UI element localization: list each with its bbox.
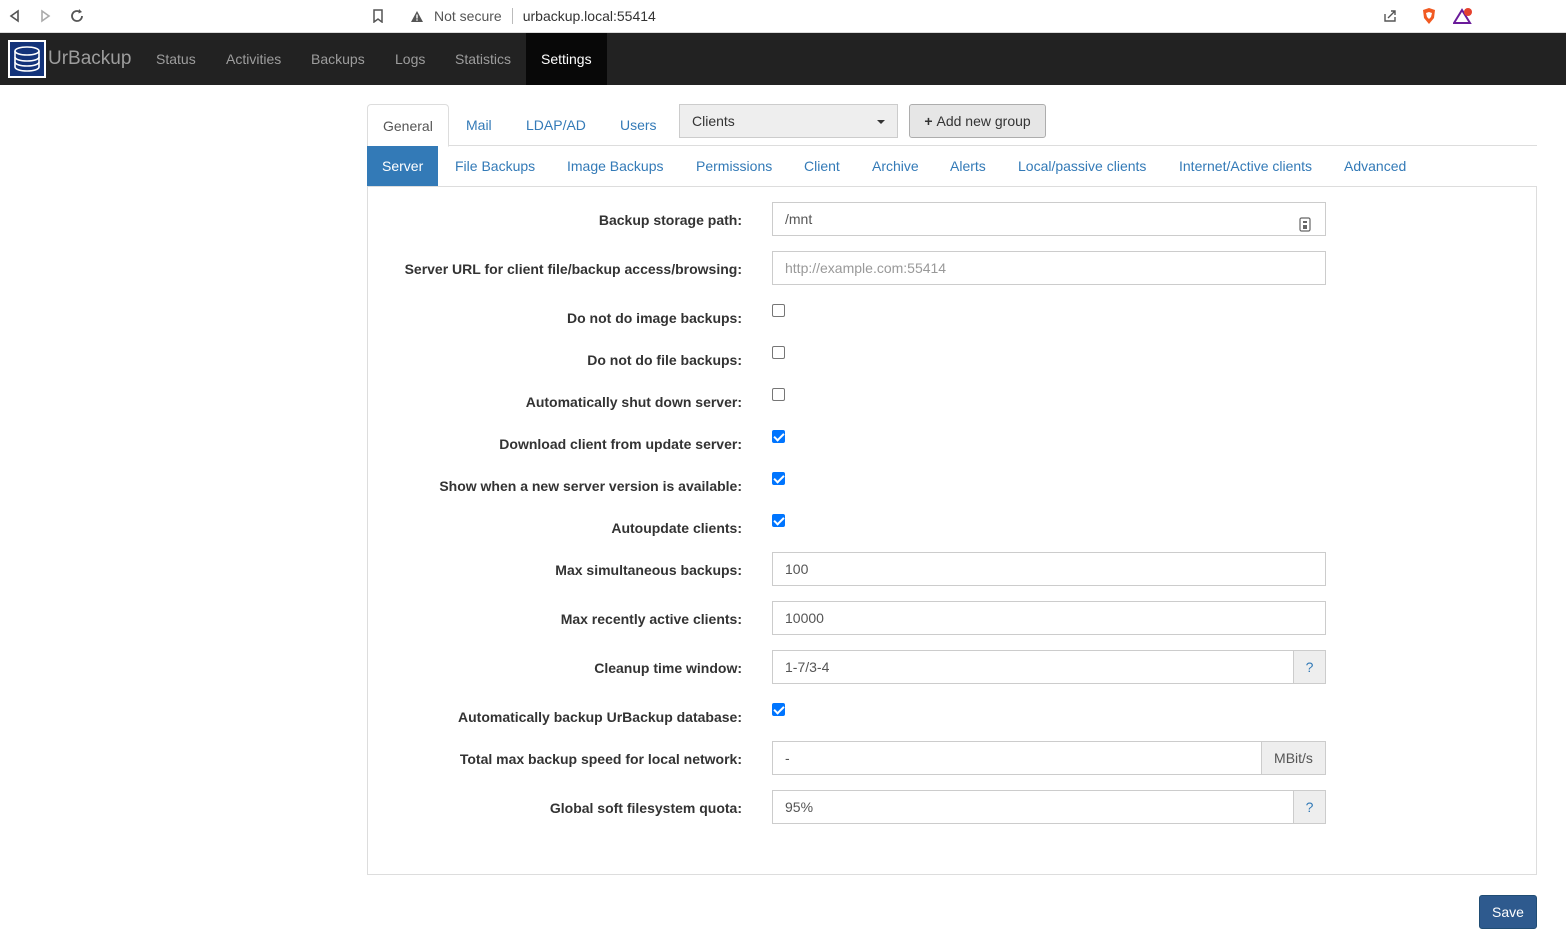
tab-users[interactable]: Users — [605, 104, 672, 146]
max-simultaneous-backups-input[interactable]: 100 — [772, 552, 1326, 586]
max-backup-speed-local-label: Total max backup speed for local network… — [459, 751, 742, 767]
auto-shutdown-label: Automatically shut down server: — [525, 394, 742, 410]
tab-general[interactable]: General — [367, 104, 449, 147]
autoupdate-clients-checkbox[interactable] — [772, 514, 785, 527]
tab-file-backups[interactable]: File Backups — [440, 146, 550, 186]
tab-server[interactable]: Server — [367, 146, 438, 186]
nav-backups[interactable]: Backups — [296, 33, 380, 85]
nav-status[interactable]: Status — [141, 33, 211, 85]
browser-toolbar: Not secure urbackup.local:55414 — [0, 0, 1566, 33]
no-image-backups-label: Do not do image backups: — [566, 310, 742, 326]
file-browse-icon[interactable] — [1299, 211, 1313, 232]
brand-name[interactable]: UrBackup — [48, 48, 131, 70]
global-soft-quota-input[interactable]: 95% — [772, 790, 1294, 824]
nav-activities[interactable]: Activities — [211, 33, 296, 85]
add-group-button[interactable]: + Add new group — [909, 104, 1046, 138]
show-new-version-label: Show when a new server version is availa… — [439, 478, 742, 494]
backup-storage-path-label: Backup storage path: — [598, 212, 742, 228]
tab-archive[interactable]: Archive — [857, 146, 934, 186]
tab-permissions[interactable]: Permissions — [681, 146, 787, 186]
server-url-input[interactable]: http://example.com:55414 — [772, 251, 1326, 285]
quota-help-button[interactable]: ? — [1293, 790, 1326, 824]
speed-unit-addon: MBit/s — [1261, 741, 1326, 775]
security-label: Not secure — [434, 8, 502, 24]
tab-advanced[interactable]: Advanced — [1329, 146, 1421, 186]
download-client-label: Download client from update server: — [499, 436, 742, 452]
settings-top-tabs: General Mail LDAP/AD Users Clients + Add … — [367, 104, 1537, 147]
max-recently-active-clients-input[interactable]: 10000 — [772, 601, 1326, 635]
download-client-checkbox[interactable] — [772, 430, 785, 443]
warning-icon — [410, 9, 424, 23]
max-backup-speed-local-input[interactable]: - — [772, 741, 1262, 775]
address-bar[interactable]: Not secure urbackup.local:55414 — [400, 2, 1480, 30]
forward-icon[interactable] — [34, 5, 56, 27]
no-file-backups-label: Do not do file backups: — [587, 352, 742, 368]
backup-storage-path-input[interactable]: /mnt — [772, 202, 1326, 236]
save-button[interactable]: Save — [1479, 895, 1537, 929]
reload-icon[interactable] — [66, 5, 88, 27]
max-simultaneous-backups-label: Max simultaneous backups: — [555, 562, 742, 578]
autoupdate-clients-label: Autoupdate clients: — [611, 520, 742, 536]
auto-shutdown-checkbox[interactable] — [772, 388, 785, 401]
url-text: urbackup.local:55414 — [522, 8, 656, 24]
settings-sub-tabs: Server File Backups Image Backups Permis… — [367, 146, 1537, 186]
backup-storage-path-value: /mnt — [785, 211, 813, 227]
share-icon[interactable] — [1379, 5, 1401, 27]
tab-alerts[interactable]: Alerts — [935, 146, 1001, 186]
server-url-label: Server URL for client file/backup access… — [404, 261, 742, 277]
group-select-value: Clients — [692, 113, 735, 129]
show-new-version-checkbox[interactable] — [772, 472, 785, 485]
global-soft-quota-label: Global soft filesystem quota: — [549, 800, 742, 816]
nav-settings[interactable]: Settings — [526, 33, 607, 85]
no-image-backups-checkbox[interactable] — [772, 304, 785, 317]
url-separator — [511, 8, 513, 24]
tab-image-backups[interactable]: Image Backups — [552, 146, 679, 186]
cleanup-help-button[interactable]: ? — [1293, 650, 1326, 684]
add-group-label: Add new group — [936, 113, 1031, 129]
auto-backup-db-checkbox[interactable] — [772, 703, 785, 716]
group-select[interactable]: Clients — [679, 104, 898, 138]
tab-internet-active-clients[interactable]: Internet/Active clients — [1164, 146, 1327, 186]
no-file-backups-checkbox[interactable] — [772, 346, 785, 359]
tab-mail[interactable]: Mail — [451, 104, 507, 146]
back-icon[interactable] — [4, 5, 26, 27]
max-recently-active-clients-label: Max recently active clients: — [560, 611, 742, 627]
nav-statistics[interactable]: Statistics — [440, 33, 526, 85]
top-navbar: UrBackup Status Activities Backups Logs … — [0, 33, 1566, 85]
bookmark-icon[interactable] — [367, 5, 389, 27]
tab-ldap[interactable]: LDAP/AD — [511, 104, 601, 146]
cleanup-time-window-input[interactable]: 1-7/3-4 — [772, 650, 1294, 684]
rewards-icon[interactable] — [1452, 5, 1474, 27]
urbackup-logo-icon[interactable] — [8, 40, 46, 78]
caret-down-icon — [877, 120, 885, 124]
tab-local-passive-clients[interactable]: Local/passive clients — [1003, 146, 1161, 186]
tab-client[interactable]: Client — [789, 146, 855, 186]
brave-shield-icon[interactable] — [1418, 5, 1440, 27]
plus-icon: + — [924, 113, 933, 129]
auto-backup-db-label: Automatically backup UrBackup database: — [458, 709, 742, 725]
cleanup-time-window-label: Cleanup time window: — [594, 660, 742, 676]
nav-logs[interactable]: Logs — [380, 33, 440, 85]
